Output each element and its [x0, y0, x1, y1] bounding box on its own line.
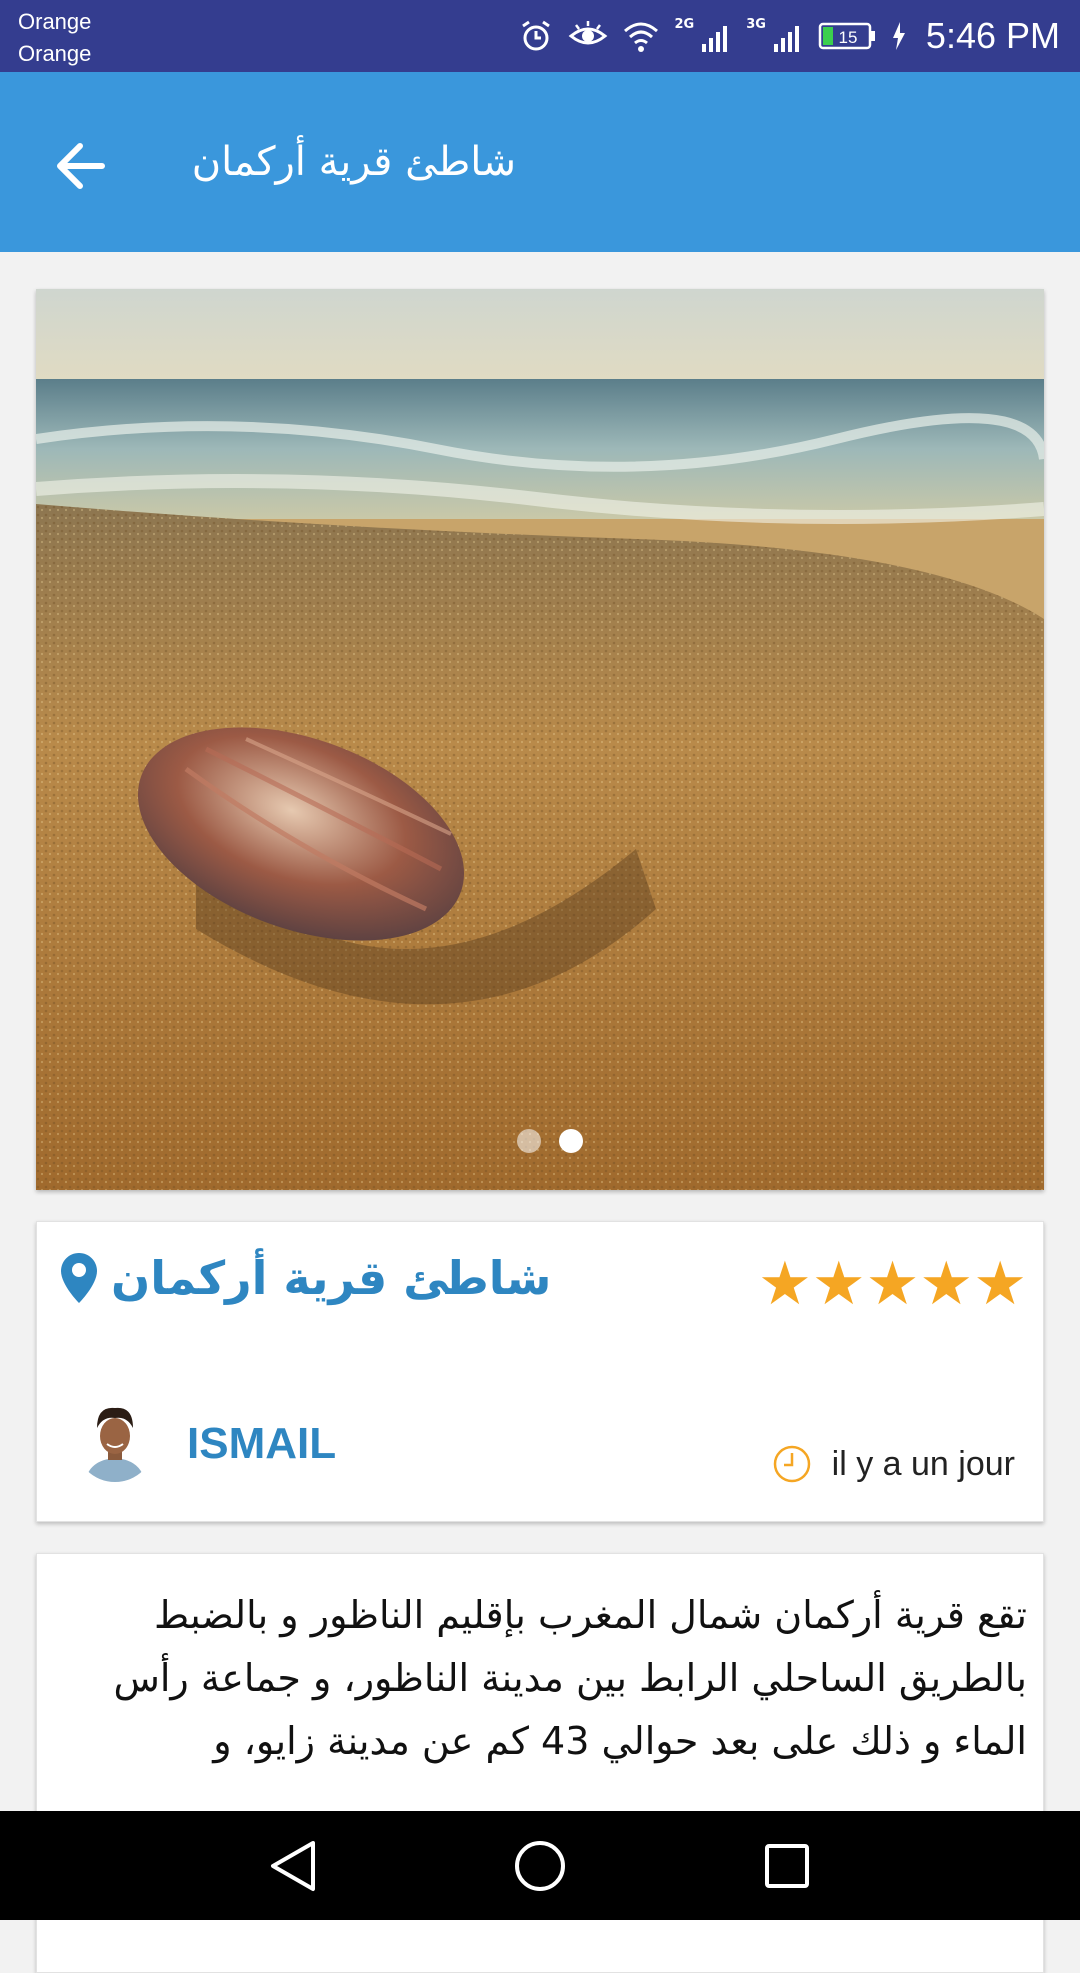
posted-time-text: il y a un jour	[831, 1444, 1015, 1483]
avatar[interactable]	[75, 1402, 155, 1482]
battery-level: 15	[838, 28, 857, 47]
author-name[interactable]: ISMAIL	[187, 1418, 336, 1470]
arrow-left-icon	[57, 143, 105, 189]
network-type-1: 2G	[674, 16, 695, 32]
system-nav-bar	[0, 1811, 1080, 1920]
signal-icon-2	[773, 26, 799, 52]
status-bar: Orange Orange 2G 3G 15 5:46 PM	[0, 0, 1080, 72]
page-title: شاطئ قرية أركمان	[191, 139, 516, 185]
description-text: تقع قرية أركمان شمال المغرب بإقليم الناظ…	[113, 1593, 1027, 1763]
image-gallery[interactable]	[36, 289, 1044, 1190]
place-name: شاطئ قرية أركمان	[111, 1251, 552, 1305]
nav-recents-button[interactable]	[747, 1826, 827, 1906]
circle-home-icon	[514, 1840, 565, 1891]
posted-time: il y a un jour	[772, 1444, 1015, 1484]
charging-icon	[892, 22, 905, 50]
clock: 5:46 PM	[925, 15, 1060, 56]
place-info-card: شاطئ قرية أركمان ★ ★ ★ ★ ★ ISMAIL il y a…	[36, 1221, 1044, 1522]
eye-icon	[569, 21, 608, 45]
back-button[interactable]	[40, 126, 120, 206]
app-bar: شاطئ قرية أركمان	[0, 72, 1080, 252]
gallery-pager	[36, 1129, 1044, 1153]
network-type-2: 3G	[746, 16, 766, 32]
carrier-name-1: Orange	[18, 9, 92, 34]
star-icon: ★	[758, 1249, 812, 1319]
nav-back-button[interactable]	[253, 1826, 333, 1906]
pager-dot-2[interactable]	[559, 1129, 583, 1153]
wifi-icon	[624, 22, 659, 52]
alarm-icon	[522, 20, 551, 51]
carrier-info: Orange Orange	[18, 6, 91, 70]
pager-dot-1[interactable]	[517, 1129, 541, 1153]
star-icon: ★	[919, 1249, 974, 1319]
star-rating: ★ ★ ★ ★ ★	[758, 1254, 1027, 1314]
beach-photo	[36, 289, 1044, 1190]
carrier-name-2: Orange	[18, 41, 92, 66]
nav-home-button[interactable]	[500, 1826, 580, 1906]
star-icon: ★	[865, 1249, 920, 1319]
star-icon: ★	[811, 1249, 866, 1319]
star-icon: ★	[973, 1249, 1027, 1319]
location-pin-icon	[61, 1253, 97, 1303]
user-photo	[75, 1402, 155, 1482]
battery-icon: 15	[818, 22, 875, 50]
status-icons: 2G 3G 15 5:46 PM	[518, 10, 1060, 62]
place-title-row: شاطئ قرية أركمان	[61, 1248, 551, 1308]
triangle-back-icon	[271, 1840, 316, 1891]
square-recents-icon	[764, 1843, 809, 1888]
clock-icon	[773, 1445, 810, 1483]
signal-icon-1	[702, 26, 728, 52]
